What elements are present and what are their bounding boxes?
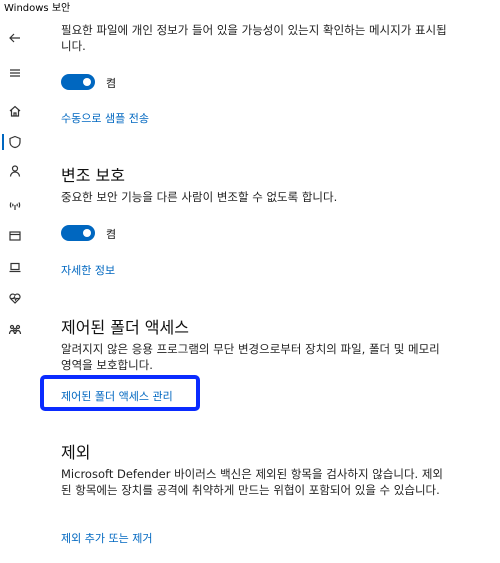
person-icon bbox=[9, 165, 21, 177]
sidebar-item-app-browser[interactable] bbox=[0, 223, 30, 249]
shield-icon bbox=[9, 135, 21, 149]
sidebar-item-device-security[interactable] bbox=[0, 254, 30, 280]
tamper-protection-toggle[interactable] bbox=[61, 225, 95, 241]
manual-sample-submit-link[interactable]: 수동으로 샘플 전송 bbox=[61, 110, 149, 126]
sidebar-item-virus-protection[interactable] bbox=[0, 129, 30, 155]
laptop-icon bbox=[9, 262, 21, 273]
folder-access-description: 알려지지 않은 응용 프로그램의 무단 변경으로부터 장치의 파일, 폴더 및 … bbox=[61, 342, 440, 372]
back-arrow-icon bbox=[9, 33, 20, 43]
learn-more-link[interactable]: 자세한 정보 bbox=[61, 262, 115, 278]
tamper-protection-description: 중요한 보안 기능을 다른 사람이 변조할 수 없도록 합니다. bbox=[61, 190, 338, 204]
sample-description: 필요한 파일에 개인 정보가 들어 있을 가능성이 있는지 확인하는 메시지가 … bbox=[61, 23, 447, 53]
family-icon bbox=[8, 324, 22, 335]
sample-toggle-label: 켬 bbox=[106, 77, 117, 90]
sidebar-item-home[interactable] bbox=[0, 98, 30, 124]
home-icon bbox=[9, 105, 21, 117]
sample-toggle[interactable] bbox=[61, 74, 95, 90]
highlight-box bbox=[40, 375, 200, 411]
exclusions-description: Microsoft Defender 바이러스 백신은 제외된 항목을 검사하지… bbox=[61, 467, 444, 497]
sidebar bbox=[0, 18, 30, 563]
sidebar-item-family[interactable] bbox=[0, 316, 30, 342]
sidebar-item-device-health[interactable] bbox=[0, 285, 30, 311]
tamper-protection-toggle-label: 켬 bbox=[106, 228, 117, 241]
exclusions-title: 제외 bbox=[61, 443, 91, 462]
hamburger-icon bbox=[10, 69, 20, 77]
sidebar-item-firewall[interactable] bbox=[0, 192, 30, 218]
menu-button[interactable] bbox=[0, 60, 30, 86]
window-title: Windows 보안 bbox=[4, 3, 71, 14]
heart-icon bbox=[9, 293, 21, 304]
tamper-protection-title: 변조 보호 bbox=[61, 166, 125, 185]
folder-access-title: 제어된 폴더 액세스 bbox=[61, 318, 189, 337]
back-button[interactable] bbox=[0, 25, 30, 51]
add-remove-exclusions-link[interactable]: 제외 추가 또는 제거 bbox=[61, 530, 152, 546]
app-browser-icon bbox=[9, 231, 21, 241]
sidebar-item-account[interactable] bbox=[0, 158, 30, 184]
network-icon bbox=[9, 202, 21, 210]
